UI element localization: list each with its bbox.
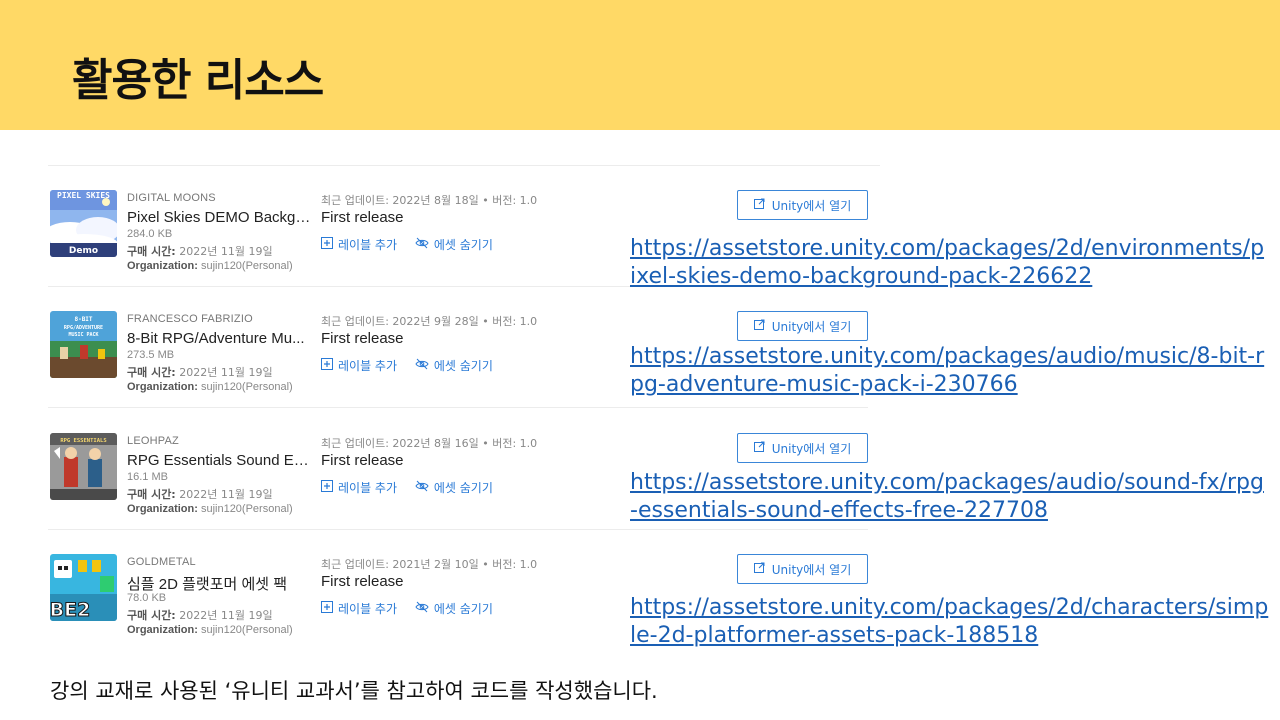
eye-off-icon <box>415 480 429 495</box>
external-link-icon <box>753 441 765 455</box>
asset-link[interactable]: https://assetstore.unity.com/packages/au… <box>630 469 1270 525</box>
external-link-icon <box>753 562 765 576</box>
asset-actions: 레이블 추가 에셋 숨기기 <box>321 236 507 253</box>
asset-release-notes: First release <box>321 330 404 347</box>
svg-text:Demo: Demo <box>69 246 98 256</box>
external-link-icon <box>753 198 765 212</box>
asset-thumbnail: PIXEL SKIES Demo <box>50 190 117 257</box>
open-in-unity-button[interactable]: Unity에서 열기 <box>737 554 868 584</box>
asset-release-notes: First release <box>321 452 404 469</box>
svg-text:RPG ESSENTIALS: RPG ESSENTIALS <box>60 438 106 444</box>
asset-thumbnail: BE2 <box>50 554 117 621</box>
asset-name[interactable]: Pixel Skies DEMO Backgr... <box>127 209 312 226</box>
footer-note: 강의 교재로 사용된 ‘유니티 교과서’를 참고하여 코드를 작성했습니다. <box>50 679 658 703</box>
asset-updated: 최근 업데이트: 2021년 2월 10일 • 버전: 1.0 <box>321 558 538 571</box>
add-label-button[interactable]: 레이블 추가 <box>321 600 397 617</box>
hide-asset-button[interactable]: 에셋 숨기기 <box>415 236 493 253</box>
open-in-unity-button[interactable]: Unity에서 열기 <box>737 433 868 463</box>
asset-size: 273.5 MB <box>127 349 175 361</box>
asset-name[interactable]: RPG Essentials Sound Eff... <box>127 452 312 469</box>
asset-organization: Organization: sujin120(Personal) <box>127 260 293 272</box>
asset-link[interactable]: https://assetstore.unity.com/packages/2d… <box>630 594 1270 650</box>
open-in-unity-button[interactable]: Unity에서 열기 <box>737 311 868 341</box>
asset-organization: Organization: sujin120(Personal) <box>127 503 293 515</box>
plus-square-icon <box>321 480 333 495</box>
asset-purchase-time: 구매 시간: 2022년 11월 19일 <box>127 245 273 258</box>
add-label-button[interactable]: 레이블 추가 <box>321 479 397 496</box>
external-link-icon <box>753 319 765 333</box>
svg-text:RPG/ADVENTURE: RPG/ADVENTURE <box>64 325 103 331</box>
asset-actions: 레이블 추가 에셋 숨기기 <box>321 479 507 496</box>
asset-thumbnail: 8-BIT RPG/ADVENTURE MUSIC PACK <box>50 311 117 378</box>
asset-publisher: LEOHPAZ <box>127 435 179 447</box>
asset-size: 284.0 KB <box>127 228 173 240</box>
svg-text:PIXEL SKIES: PIXEL SKIES <box>57 191 110 200</box>
asset-release-notes: First release <box>321 573 404 590</box>
hide-asset-button[interactable]: 에셋 숨기기 <box>415 357 493 374</box>
asset-organization: Organization: sujin120(Personal) <box>127 624 293 636</box>
eye-off-icon <box>415 237 429 252</box>
add-label-button[interactable]: 레이블 추가 <box>321 236 397 253</box>
asset-publisher: FRANCESCO FABRIZIO <box>127 313 253 325</box>
asset-updated: 최근 업데이트: 2022년 8월 16일 • 버전: 1.0 <box>321 437 538 450</box>
plus-square-icon <box>321 237 333 252</box>
eye-off-icon <box>415 601 429 616</box>
hide-asset-button[interactable]: 에셋 숨기기 <box>415 479 493 496</box>
asset-release-notes: First release <box>321 209 404 226</box>
asset-updated: 최근 업데이트: 2022년 8월 18일 • 버전: 1.0 <box>321 194 538 207</box>
open-in-unity-button[interactable]: Unity에서 열기 <box>737 190 868 220</box>
asset-link[interactable]: https://assetstore.unity.com/packages/2d… <box>630 235 1270 291</box>
asset-thumbnail: RPG ESSENTIALS <box>50 433 117 500</box>
asset-purchase-time: 구매 시간: 2022년 11월 19일 <box>127 366 273 379</box>
asset-purchase-time: 구매 시간: 2022년 11월 19일 <box>127 609 273 622</box>
asset-name[interactable]: 8-Bit RPG/Adventure Mu... <box>127 330 305 347</box>
asset-publisher: GOLDMETAL <box>127 556 196 568</box>
asset-actions: 레이블 추가 에셋 숨기기 <box>321 357 507 374</box>
asset-size: 16.1 MB <box>127 471 168 483</box>
asset-publisher: DIGITAL MOONS <box>127 192 216 204</box>
asset-size: 78.0 KB <box>127 592 167 604</box>
plus-square-icon <box>321 601 333 616</box>
plus-square-icon <box>321 358 333 373</box>
svg-text:BE2: BE2 <box>50 599 90 621</box>
slide-title: 활용한 리소스 <box>72 55 324 106</box>
slide-header: 활용한 리소스 <box>0 0 1280 130</box>
asset-organization: Organization: sujin120(Personal) <box>127 381 293 393</box>
eye-off-icon <box>415 358 429 373</box>
asset-name[interactable]: 심플 2D 플랫포머 에셋 팩 <box>127 573 287 594</box>
asset-purchase-time: 구매 시간: 2022년 11월 19일 <box>127 488 273 501</box>
asset-updated: 최근 업데이트: 2022년 9월 28일 • 버전: 1.0 <box>321 315 538 328</box>
asset-actions: 레이블 추가 에셋 숨기기 <box>321 600 507 617</box>
divider <box>48 407 868 408</box>
add-label-button[interactable]: 레이블 추가 <box>321 357 397 374</box>
hide-asset-button[interactable]: 에셋 숨기기 <box>415 600 493 617</box>
asset-link[interactable]: https://assetstore.unity.com/packages/au… <box>630 343 1270 399</box>
svg-text:MUSIC PACK: MUSIC PACK <box>68 332 98 338</box>
svg-text:8-BIT: 8-BIT <box>74 316 92 323</box>
